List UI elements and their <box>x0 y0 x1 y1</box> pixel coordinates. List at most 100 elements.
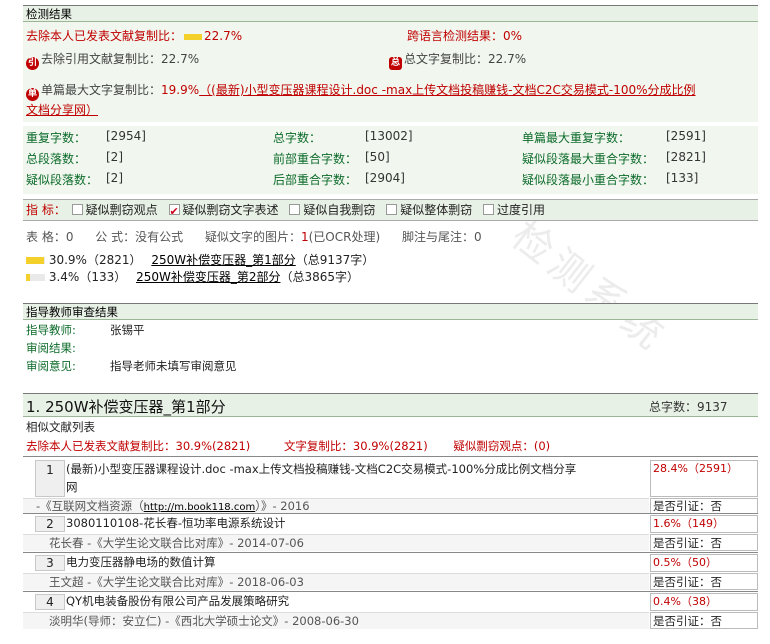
indicator-checkbox-2[interactable] <box>289 204 301 215</box>
section-title-bar: 1. 250W补偿变压器_第1部分 总字数：9137 <box>23 393 758 417</box>
ref-title[interactable]: 3080110108-花长春-恒功率电源系统设计 <box>66 516 285 531</box>
part-link[interactable]: 250W补偿变压器_第2部分 <box>136 270 280 284</box>
total-copy-row: 总总文字复制比：22.7% <box>389 50 526 70</box>
ref-source: 花长春 -《大学生论文联合比对库》- 2014-07-06 <box>23 534 649 551</box>
indicator-checkbox-3[interactable] <box>386 204 398 215</box>
ref-cite: 是否引证：否 <box>650 534 758 551</box>
indicators-label: 指 标： <box>26 203 66 217</box>
info-images-value: 1 <box>300 230 309 244</box>
similar-header: 相似文献列表 <box>26 420 95 434</box>
stat-label: 疑似段落最小重合字数： <box>522 173 655 187</box>
part-total: （总9137字） <box>295 253 375 267</box>
part-bar-track <box>26 257 45 264</box>
total-copy-label: 总文字复制比： <box>404 52 489 66</box>
section-plag-view: 疑似剽窃观点：(0) <box>453 439 551 453</box>
stat-label: 总段落数： <box>26 152 87 166</box>
ref-cite: 是否引证：否 <box>650 612 758 629</box>
ref-source-prefix: -《互联网文档资源（ <box>36 499 144 513</box>
part-row: 30.9%（2821） 250W补偿变压器_第1部分（总9137字） <box>26 251 374 268</box>
stat-label: 总字数： <box>273 131 322 145</box>
review-teacher-row: 指导教师: 张锡平 <box>26 322 145 338</box>
ref-title[interactable]: QY机电装备股份有限公司产品发展策略研究 <box>66 594 289 609</box>
info-footnotes: 脚注与尾注：0 <box>401 230 482 244</box>
stat-value: [2] <box>106 150 123 164</box>
section-title: 1. 250W补偿变压器_第1部分 <box>26 398 226 416</box>
ref-source: -《互联网文档资源（http://m.book118.com）》- 2016 <box>23 498 649 514</box>
stat-value: [2591] <box>666 129 706 143</box>
excl-ref-value: 22.7% <box>161 52 200 66</box>
indicator-option[interactable]: 疑似整体剽窃 <box>386 203 472 217</box>
ref-num: 1 <box>46 463 54 477</box>
ref-source: 淡明华(导师：安立仁) -《西北大学硕士论文》- 2008-06-30 <box>23 612 649 629</box>
stat-value: [2904] <box>365 171 405 185</box>
ref-title[interactable]: (最新)小型变压器课程设计.doc -max上传文档投稿赚钱-文档C2C交易模式… <box>66 460 646 496</box>
ref-num-cell: 3 <box>35 555 65 571</box>
cite-icon: 引 <box>26 57 39 70</box>
total-copy-value: 22.7% <box>488 52 527 66</box>
indicators-bar: 指 标： 疑似剽窃观点 疑似剽窃文字表述 疑似自我剽窃 疑似整体剽窃 过度引用 <box>23 199 758 222</box>
review-teacher-name: 张锡平 <box>110 323 145 337</box>
section-excl-self: 去除本人已发表文献复制比：30.9%(2821) <box>26 439 251 453</box>
stats-row: 重复字数： [2954] 总字数： [13002] 单篇最大重复字数： [2591] <box>26 129 756 150</box>
ref-cite: 是否引证：否 <box>650 573 758 590</box>
total-icon: 总 <box>389 57 402 70</box>
indicator-option[interactable]: 疑似剽窃观点 <box>71 203 158 217</box>
review-opinion-label: 审阅意见: <box>26 359 76 373</box>
indicator-option[interactable]: 过度引用 <box>483 203 545 217</box>
single-max-source-link-cont[interactable]: 文档分享网） <box>26 103 98 117</box>
indicator-checkbox-0[interactable] <box>71 204 83 215</box>
ref-cite: 是否引证：否 <box>650 498 758 514</box>
ref-row: 3 电力变压器静电场的数值计算 0.5%（50） 王文超 -《大学生论文联合比对… <box>23 552 758 590</box>
indicator-option[interactable]: 疑似自我剽窃 <box>289 203 375 217</box>
part-bar-track <box>26 274 45 281</box>
stat-label: 疑似段落数： <box>26 173 99 187</box>
stat-value: [2821] <box>666 150 706 164</box>
indicator-option[interactable]: 疑似剽窃文字表述 <box>168 202 279 222</box>
stats-row: 总段落数： [2] 前部重合字数： [50] 疑似段落最大重合字数： [2821] <box>26 150 756 171</box>
ref-row: 2 3080110108-花长春-恒功率电源系统设计 1.6%（149） 花长春… <box>23 513 758 551</box>
ref-source: 王文超 -《大学生论文联合比对库》- 2018-06-03 <box>23 573 649 590</box>
ref-pct: 1.6%（149） <box>650 515 758 533</box>
ref-title[interactable]: 电力变压器静电场的数值计算 <box>66 555 216 570</box>
section-total: 总字数：9137 <box>649 400 728 414</box>
part-pct: 30.9%（2821） <box>48 253 142 267</box>
stats-rows: 重复字数： [2954] 总字数： [13002] 单篇最大重复字数： [2591] … <box>26 129 756 192</box>
review-opinion-row: 审阅意见: 指导老师未填写审阅意见 <box>26 358 237 374</box>
cross-lang-value: 0% <box>503 29 523 43</box>
review-teacher-label: 指导教师: <box>26 323 76 337</box>
part-bar-fill <box>26 274 30 281</box>
excl-ref-row: 引去除引用文献复制比：22.7% <box>26 50 199 70</box>
section-stats-row: 去除本人已发表文献复制比：30.9%(2821) 文字复制比：30.9%(282… <box>26 438 550 454</box>
single-icon: 单 <box>26 88 39 101</box>
part-pct: 3.4%（133） <box>48 270 127 284</box>
stats-row: 疑似段落数： [2] 后部重合字数： [2904] 疑似段落最小重合字数： [133] <box>26 171 756 192</box>
ref-source-suffix: ）》- 2016 <box>255 499 310 513</box>
watermark: 检测系统 <box>502 212 677 362</box>
info-images-label: 疑似文字的图片： <box>204 230 301 244</box>
excl-ref-label: 去除引用文献复制比： <box>41 52 162 66</box>
part-link[interactable]: 250W补偿变压器_第1部分 <box>151 253 295 267</box>
ref-title-line: (最新)小型变压器课程设计.doc -max上传文档投稿赚钱-文档C2C交易模式… <box>66 462 577 476</box>
ref-title-line: 网 <box>66 480 78 494</box>
stat-label: 后部重合字数： <box>273 173 358 187</box>
cross-lang-label: 跨语言检测结果： <box>407 29 504 43</box>
stat-value: [50] <box>365 150 390 164</box>
indicator-option-label: 疑似自我剽窃 <box>303 203 376 217</box>
stat-label: 疑似段落最大重合字数： <box>522 152 655 166</box>
review-opinion-value: 指导老师未填写审阅意见 <box>110 359 237 373</box>
cross-lang-row: 跨语言检测结果：0% <box>407 27 522 44</box>
stat-value: [13002] <box>365 129 413 143</box>
single-max-row: 单单篇最大文字复制比：19.9%（(最新)小型变压器课程设计.doc -max上… <box>26 81 756 119</box>
indicator-checkbox-4[interactable] <box>483 204 495 215</box>
ref-num-cell: 2 <box>35 516 65 532</box>
part-total: （总3865字） <box>280 270 360 284</box>
single-max-source-link[interactable]: （(最新)小型变压器课程设计.doc -max上传文档投稿赚钱-文档C2C交易模… <box>199 83 695 97</box>
review-result-label: 审阅结果: <box>26 341 76 355</box>
ref-source-link[interactable]: http://m.book118.com <box>144 502 256 513</box>
single-max-label: 单篇最大文字复制比： <box>41 83 162 97</box>
excl-self-value: 22.7% <box>204 29 243 43</box>
stat-value: [133] <box>666 171 699 185</box>
ref-pct: 0.4%（38） <box>650 593 758 611</box>
review-header: 指导教师审查结果 <box>23 303 758 320</box>
indicator-checkbox-1[interactable] <box>168 202 180 222</box>
